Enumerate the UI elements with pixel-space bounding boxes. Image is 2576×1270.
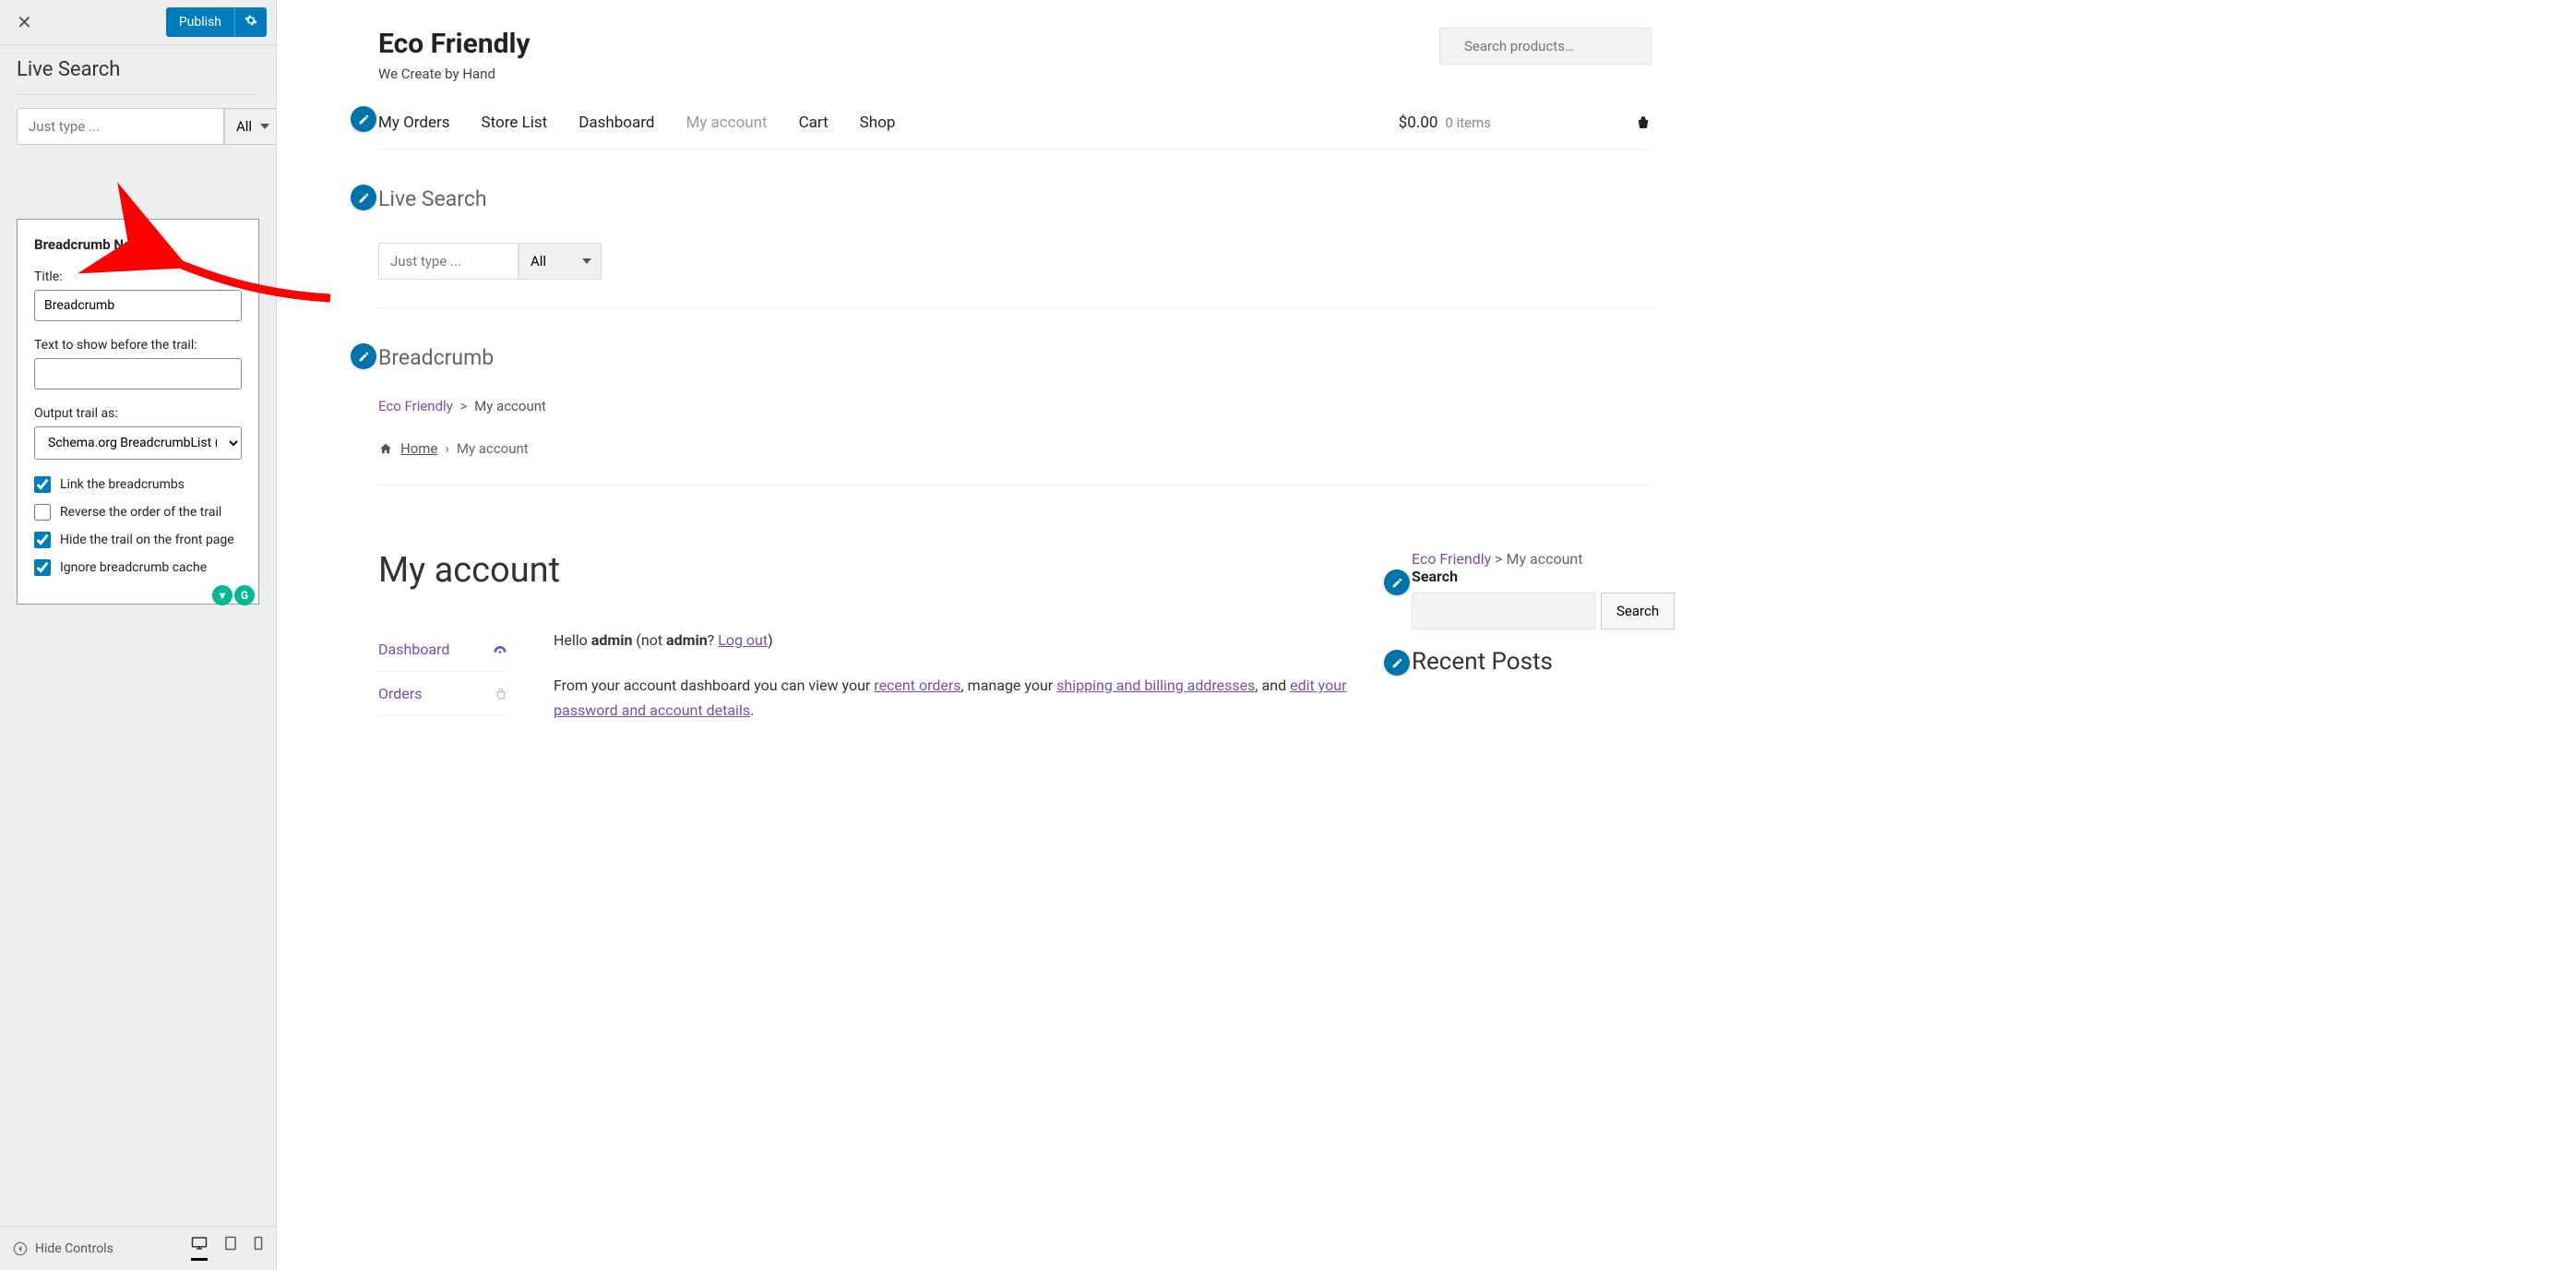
edit-live-search-icon[interactable] (351, 185, 376, 210)
recent-orders-link[interactable]: recent orders (874, 677, 960, 694)
basket-icon (1635, 114, 1652, 131)
hide-front-checkbox[interactable] (34, 532, 51, 548)
desktop-icon[interactable] (191, 1236, 208, 1261)
hide-front-label: Hide the trail on the front page (60, 533, 234, 547)
hide-controls-button[interactable]: Hide Controls (13, 1241, 174, 1256)
basket-outline-icon (495, 688, 507, 701)
edit-recent-posts-icon[interactable] (1384, 650, 1410, 676)
product-search-input[interactable] (1464, 38, 1648, 54)
side-crumb-home[interactable]: Eco Friendly (1412, 550, 1491, 568)
gear-icon[interactable] (234, 7, 267, 37)
breadcrumb-heading: Breadcrumb (378, 345, 1652, 370)
page-title: My account (378, 550, 1375, 591)
preview-live-search-filter[interactable]: All (519, 243, 602, 280)
sidebar-top-bar: ✕ Publish (0, 0, 276, 45)
publish-button[interactable]: Publish (166, 7, 234, 37)
secondary-breadcrumb: Home › My account (378, 440, 1652, 457)
mobile-icon[interactable] (254, 1236, 263, 1261)
live-search-filter[interactable]: All (224, 108, 276, 145)
preview-live-search-input[interactable] (378, 243, 519, 280)
account-nav-dashboard[interactable]: Dashboard (378, 628, 507, 672)
preview-pane: Eco Friendly We Create by Hand My Orders… (277, 0, 2576, 1270)
before-trail-label: Text to show before the trail: (34, 338, 242, 353)
cart-amount: $0.00 (1399, 114, 1438, 132)
side-search-button[interactable]: Search (1601, 593, 1675, 629)
grammarly-icon[interactable]: G (234, 585, 255, 605)
nav-cart[interactable]: Cart (799, 114, 829, 132)
account-nav-orders[interactable]: Orders (378, 672, 507, 716)
home-link[interactable]: Home (400, 440, 437, 457)
site-title: Eco Friendly (378, 28, 531, 60)
link-breadcrumbs-checkbox[interactable] (34, 476, 51, 493)
cart-items-count: 0 items (1445, 114, 1491, 131)
nav-shop[interactable]: Shop (860, 114, 896, 132)
output-trail-label: Output trail as: (34, 406, 242, 421)
section-title: Live Search (17, 58, 259, 81)
reverse-order-checkbox[interactable] (34, 504, 51, 521)
nav-store-list[interactable]: Store List (482, 114, 548, 132)
reverse-order-label: Reverse the order of the trail (60, 505, 221, 520)
search-widget-label: Search (1412, 568, 1652, 585)
link-breadcrumbs-label: Link the breadcrumbs (60, 477, 185, 492)
site-tagline: We Create by Hand (378, 66, 531, 82)
customizer-sidebar: ✕ Publish Live Search All Breadcrumb Nav… (0, 0, 277, 1270)
widget-heading: Breadcrumb NavXT (34, 236, 242, 253)
home-icon (378, 442, 393, 455)
nav-my-account[interactable]: My account (686, 114, 767, 132)
sidebar-footer: Hide Controls (0, 1226, 276, 1270)
recent-posts-heading: Recent Posts (1412, 648, 1652, 676)
breadcrumb-home-link[interactable]: Eco Friendly (378, 398, 453, 414)
close-icon[interactable]: ✕ (9, 7, 40, 37)
helper-icon-green[interactable]: ▾ (212, 585, 233, 605)
account-body: Hello admin (not admin? Log out) From yo… (554, 628, 1375, 724)
gauge-icon (493, 644, 507, 655)
nav-my-orders[interactable]: My Orders (378, 114, 450, 132)
divider (17, 94, 259, 95)
tablet-icon[interactable] (224, 1236, 237, 1261)
edit-search-widget-icon[interactable] (1384, 569, 1410, 595)
ignore-cache-checkbox[interactable] (34, 559, 51, 576)
side-breadcrumb: Eco Friendly > My account (1412, 550, 1652, 568)
edit-nav-icon[interactable] (351, 106, 376, 132)
title-label: Title: (34, 270, 242, 284)
ignore-cache-label: Ignore breadcrumb cache (60, 560, 207, 575)
breadcrumb-trail: Eco Friendly > My account (378, 398, 1652, 414)
breadcrumb-current: My account (474, 398, 546, 414)
title-input[interactable] (34, 290, 242, 321)
before-trail-input[interactable] (34, 358, 242, 389)
edit-breadcrumb-icon[interactable] (351, 343, 376, 369)
output-trail-select[interactable]: Schema.org BreadcrumbList (R (34, 426, 242, 460)
cart-summary[interactable]: $0.00 0 items (1399, 114, 1652, 132)
live-search-input[interactable] (17, 108, 224, 145)
widget-editor-box: Breadcrumb NavXT Title: Text to show bef… (17, 219, 259, 605)
product-search[interactable] (1439, 28, 1652, 65)
nav-dashboard[interactable]: Dashboard (578, 114, 654, 132)
logout-link[interactable]: Log out (718, 631, 768, 649)
side-search-input[interactable] (1412, 593, 1595, 629)
live-search-heading: Live Search (378, 186, 1652, 211)
shipping-billing-link[interactable]: shipping and billing addresses (1056, 677, 1255, 694)
